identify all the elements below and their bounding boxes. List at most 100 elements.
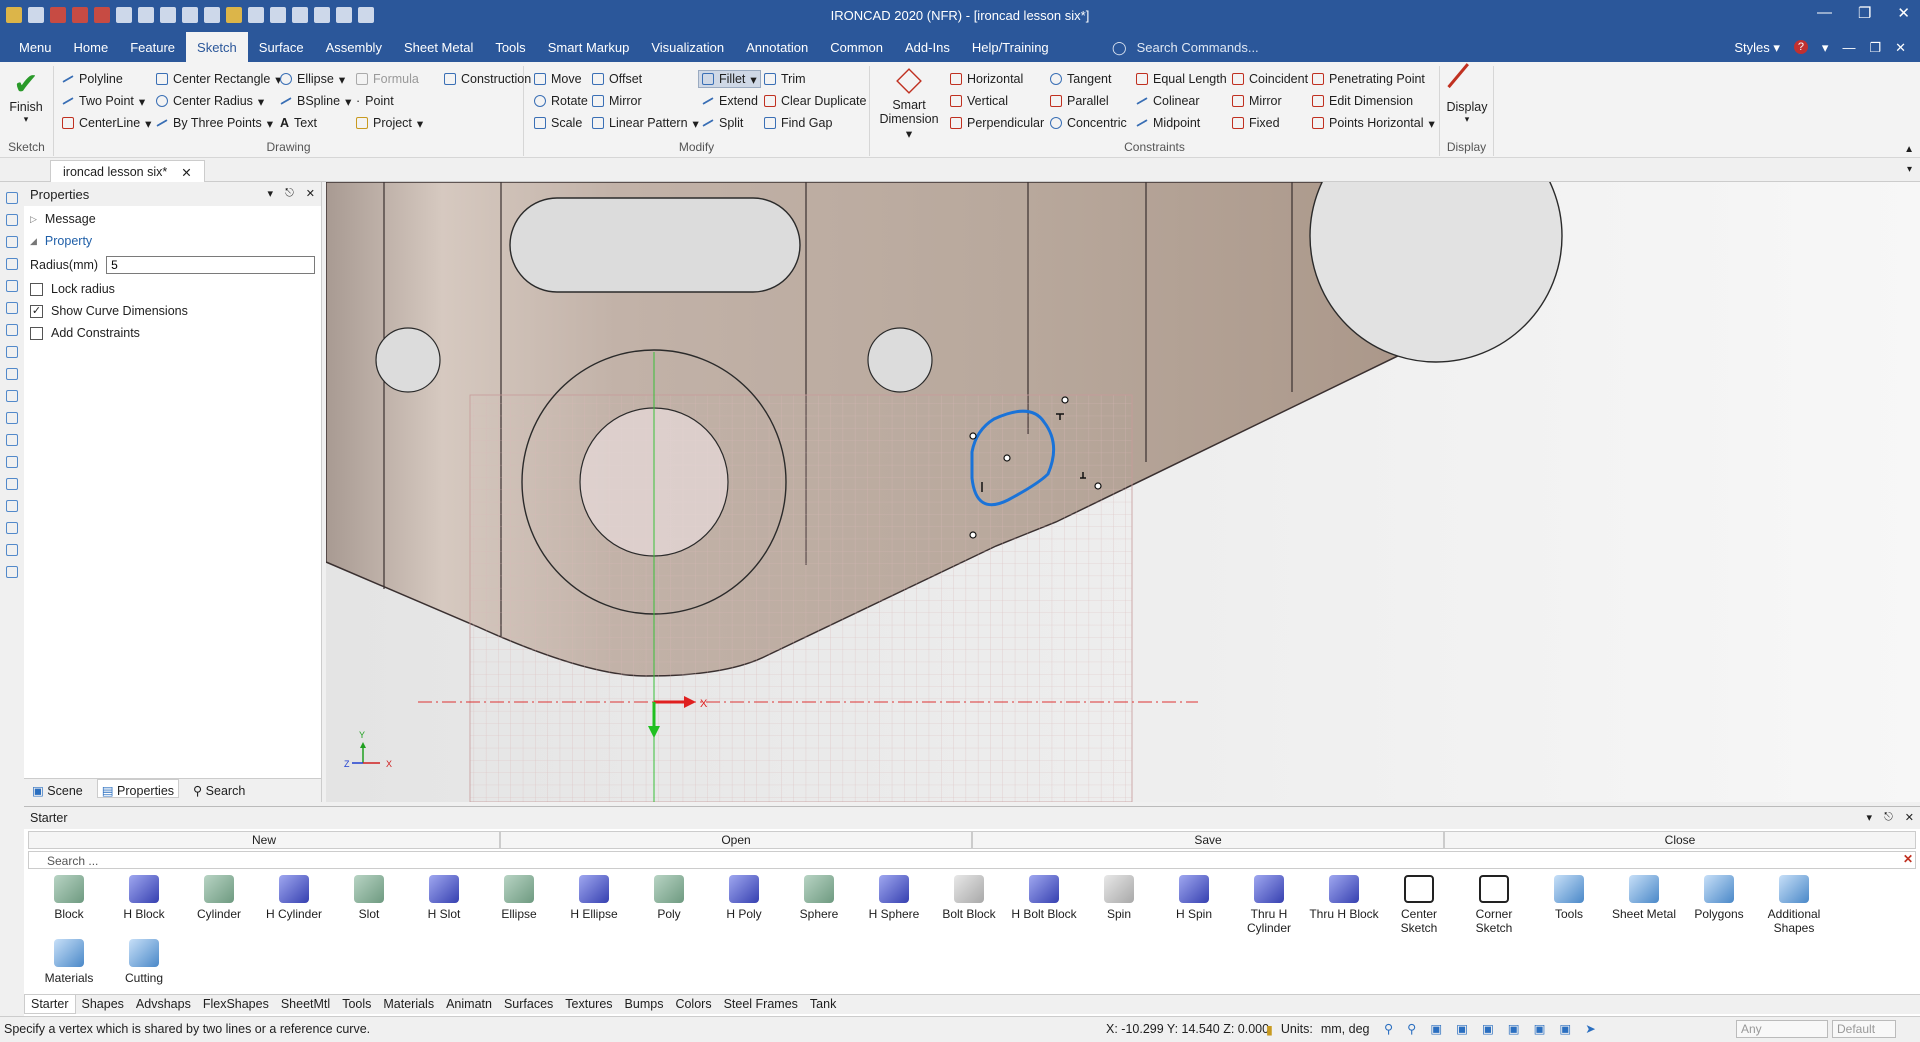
centerline-button[interactable]: CenterLine ▾ xyxy=(62,114,151,132)
sketch-vertex[interactable] xyxy=(969,531,977,539)
catalog-item-h-ellipse[interactable]: H Ellipse xyxy=(557,875,631,921)
catalog-item-h-block[interactable]: H Block xyxy=(107,875,181,921)
catalog-tab-textures[interactable]: Textures xyxy=(559,995,618,1014)
catalog-item-cutting[interactable]: Cutting xyxy=(107,939,181,985)
tool-icon[interactable] xyxy=(6,346,18,358)
tab-home[interactable]: Home xyxy=(63,32,120,62)
show-curve-dimensions-checkbox[interactable]: ✓ xyxy=(30,304,43,318)
mirror-button[interactable]: Mirror xyxy=(592,92,642,110)
linear-pattern-button[interactable]: Linear Pattern ▾ xyxy=(592,114,699,132)
tool-icon[interactable] xyxy=(6,324,18,336)
scene-svg[interactable]: X Y X Z xyxy=(326,182,1920,802)
zoom-window-icon[interactable]: ⚲ xyxy=(1407,1021,1416,1036)
catalog-item-h-poly[interactable]: H Poly xyxy=(707,875,781,921)
catalog-tab-materials[interactable]: Materials xyxy=(377,995,440,1014)
small-hole[interactable] xyxy=(867,327,933,393)
catalog-tab-surfaces[interactable]: Surfaces xyxy=(498,995,559,1014)
fillet-button[interactable]: Fillet ▾ xyxy=(698,70,761,88)
styles-dropdown[interactable]: Styles ▾ xyxy=(1734,40,1780,56)
tab-sheet-metal[interactable]: Sheet Metal xyxy=(393,32,484,62)
tab-annotation[interactable]: Annotation xyxy=(735,32,819,62)
lock-radius-row[interactable]: Lock radius xyxy=(24,278,321,300)
formula-button[interactable]: Formula xyxy=(356,70,419,88)
tool-icon[interactable] xyxy=(6,522,18,534)
concentric-button[interactable]: Concentric xyxy=(1050,114,1127,132)
tab-surface[interactable]: Surface xyxy=(248,32,315,62)
colinear-button[interactable]: Colinear xyxy=(1136,92,1200,110)
catalog-item-thru-h-block[interactable]: Thru H Block xyxy=(1307,875,1381,921)
center-rectangle-button[interactable]: Center Rectangle ▾ xyxy=(156,70,282,88)
catalog-tab-steel-frames[interactable]: Steel Frames xyxy=(718,995,804,1014)
zoom-icon[interactable]: ⚲ xyxy=(1384,1021,1393,1036)
catalog-tab-colors[interactable]: Colors xyxy=(669,995,717,1014)
catalog-item-ellipse[interactable]: Ellipse xyxy=(482,875,556,921)
catalog-item-sphere[interactable]: Sphere xyxy=(782,875,856,921)
catalog-tab-advshaps[interactable]: Advshaps xyxy=(130,995,197,1014)
view-cube-icon[interactable]: ▣ xyxy=(1456,1021,1468,1036)
tool-icon[interactable] xyxy=(6,214,18,226)
tab-smart-markup[interactable]: Smart Markup xyxy=(537,32,641,62)
mirror-constraint-button[interactable]: Mirror xyxy=(1232,92,1282,110)
catalog-item-additional-shapes[interactable]: Additional Shapes xyxy=(1757,875,1831,935)
catalog-close-button[interactable]: Close xyxy=(1444,831,1916,849)
trim-button[interactable]: Trim xyxy=(764,70,806,88)
point-button[interactable]: · Point xyxy=(356,92,394,110)
extend-button[interactable]: Extend xyxy=(702,92,758,110)
part-icon[interactable]: ▣ xyxy=(1559,1021,1571,1036)
radius-input[interactable] xyxy=(106,256,315,274)
catalog-item-h-slot[interactable]: H Slot xyxy=(407,875,481,921)
tool-icon[interactable] xyxy=(6,236,18,248)
doc-close-icon[interactable]: ✕ xyxy=(1895,40,1906,56)
tab-scene[interactable]: ▣ Scene xyxy=(32,783,83,798)
tab-menu[interactable]: Menu xyxy=(8,32,63,62)
add-constraints-checkbox[interactable] xyxy=(30,326,43,340)
penetrating-point-button[interactable]: Penetrating Point xyxy=(1312,70,1425,88)
catalog-item-poly[interactable]: Poly xyxy=(632,875,706,921)
sketch-vertex[interactable] xyxy=(969,432,977,440)
catalog-item-polygons[interactable]: Polygons xyxy=(1682,875,1756,921)
help-icon[interactable]: ? xyxy=(1793,40,1808,54)
tool-icon[interactable] xyxy=(6,280,18,292)
perpendicular-button[interactable]: Perpendicular xyxy=(950,114,1044,132)
render-mode-icon[interactable]: ▣ xyxy=(1482,1021,1494,1036)
selection-icon[interactable]: ▣ xyxy=(1534,1021,1546,1036)
camera-icon[interactable]: ▣ xyxy=(1430,1021,1442,1036)
catalog-new-button[interactable]: New xyxy=(28,831,500,849)
tab-help-training[interactable]: Help/Training xyxy=(961,32,1060,62)
sketch-vertex[interactable] xyxy=(1061,396,1069,404)
catalog-item-corner-sketch[interactable]: Corner Sketch xyxy=(1457,875,1531,935)
tool-icon[interactable] xyxy=(6,544,18,556)
small-hole[interactable] xyxy=(375,327,441,393)
style-dropdown[interactable]: Default xyxy=(1832,1020,1896,1038)
tab-properties[interactable]: ▤ Properties xyxy=(96,779,180,798)
vertical-button[interactable]: Vertical xyxy=(950,92,1008,110)
finish-button[interactable]: ✔ Finish ▾ xyxy=(4,70,48,125)
tool-icon[interactable] xyxy=(6,500,18,512)
project-button[interactable]: Project ▾ xyxy=(356,114,423,132)
catalog-item-h-sphere[interactable]: H Sphere xyxy=(857,875,931,921)
catalog-tab-sheetmtl[interactable]: SheetMtl xyxy=(275,995,336,1014)
catalog-item-slot[interactable]: Slot xyxy=(332,875,406,921)
catalog-tab-shapes[interactable]: Shapes xyxy=(76,995,130,1014)
pin-icon[interactable]: ⎋ xyxy=(285,187,294,201)
move-button[interactable]: Move xyxy=(534,70,582,88)
by-three-points-button[interactable]: By Three Points ▾ xyxy=(156,114,273,132)
catalog-item-h-cylinder[interactable]: H Cylinder xyxy=(257,875,331,921)
tab-feature[interactable]: Feature xyxy=(119,32,186,62)
catalog-item-materials[interactable]: Materials xyxy=(32,939,106,985)
command-search-input[interactable]: Search Commands... xyxy=(1137,40,1259,56)
offset-button[interactable]: Offset xyxy=(592,70,642,88)
construction-button[interactable]: Construction xyxy=(444,70,531,88)
tangent-button[interactable]: Tangent xyxy=(1050,70,1111,88)
sketch-vertex[interactable] xyxy=(1094,482,1102,490)
parallel-button[interactable]: Parallel xyxy=(1050,92,1109,110)
rotate-button[interactable]: Rotate xyxy=(534,92,588,110)
catalog-tab-starter[interactable]: Starter xyxy=(24,995,76,1014)
ellipse-button[interactable]: Ellipse ▾ xyxy=(280,70,345,88)
tab-common[interactable]: Common xyxy=(819,32,894,62)
property-section[interactable]: ◢ Property xyxy=(24,230,321,252)
horizontal-button[interactable]: Horizontal xyxy=(950,70,1023,88)
tab-search[interactable]: ⚲ Search xyxy=(193,783,245,798)
catalog-menu-icon[interactable]: ▾ xyxy=(1867,811,1873,825)
split-button[interactable]: Split xyxy=(702,114,743,132)
